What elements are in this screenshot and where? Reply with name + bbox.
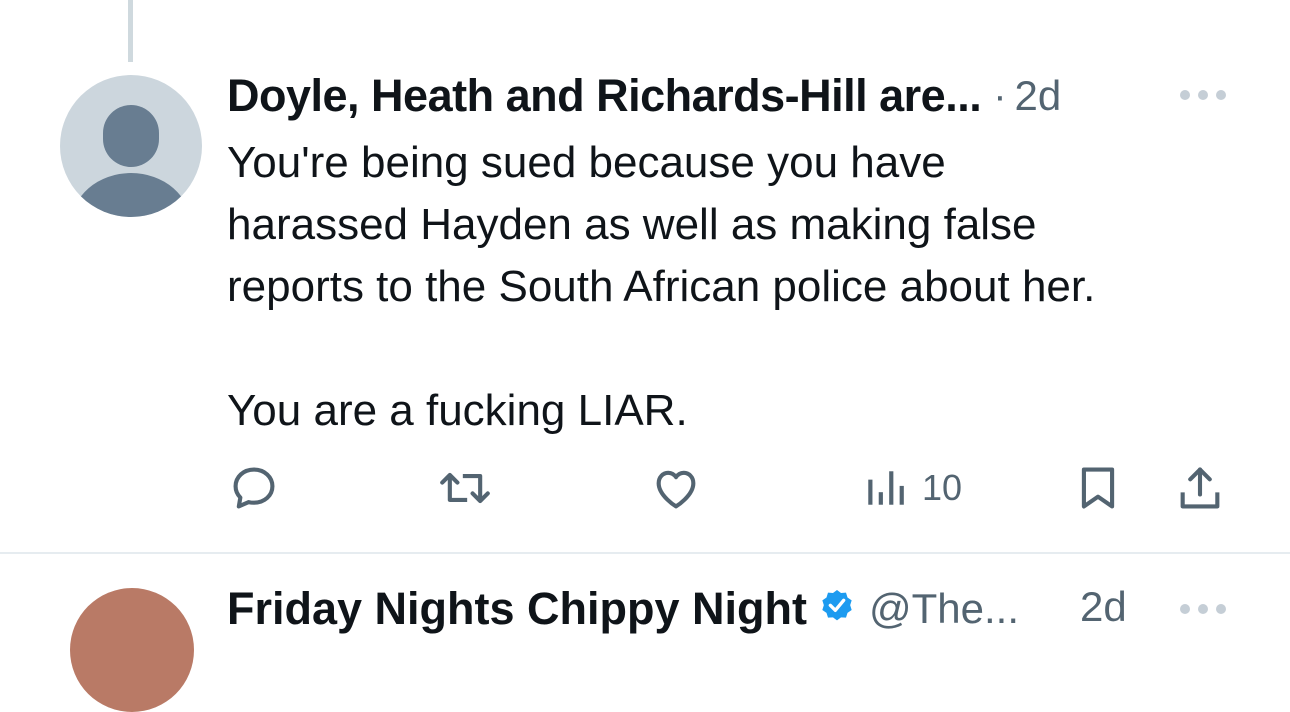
views-button[interactable]: 10 [862,462,962,514]
reply-button[interactable] [228,462,280,514]
like-icon [656,470,696,509]
header-separator: · [993,73,1007,118]
bookmark-button[interactable] [1072,462,1124,514]
reply-icon [233,467,275,509]
tweet-header: Doyle, Heath and Richards-Hill are... · … [227,70,1061,122]
verified-badge-icon [817,587,857,632]
more-options-icon[interactable] [1180,82,1226,108]
tweet-text-line: You are a fucking LIAR. [227,386,688,435]
next-author-name[interactable]: Friday Nights Chippy Night [227,583,807,635]
author-name[interactable]: Doyle, Heath and Richards-Hill are... [227,70,982,122]
tweet-divider [0,552,1290,554]
next-tweet-timestamp[interactable]: 2d [1080,583,1127,631]
tweet-text-line: You're being sued because you have [227,138,946,187]
more-options-icon[interactable] [1180,596,1226,622]
thread-connector-line [128,0,133,62]
retweet-icon [440,472,490,504]
tweet-text-line: reports to the South African police abou… [227,262,1096,311]
bookmark-icon [1081,467,1115,509]
like-button[interactable] [650,462,702,514]
next-tweet-header: Friday Nights Chippy Night @The... [227,583,1019,635]
views-count: 10 [922,467,963,508]
tweet-action-bar: 10 [0,462,1290,514]
tweet-text-line: harassed Hayden as well as making false [227,200,1037,249]
avatar[interactable] [60,75,202,217]
tweet-timestamp[interactable]: 2d [1015,72,1062,120]
share-icon [1180,467,1220,509]
next-author-handle[interactable]: @The... [869,585,1019,633]
views-icon [868,471,904,505]
tweet-text: You're being sued because you have haras… [227,132,1257,442]
share-button[interactable] [1174,462,1226,514]
retweet-button[interactable] [436,462,494,514]
default-avatar-icon [71,105,191,217]
